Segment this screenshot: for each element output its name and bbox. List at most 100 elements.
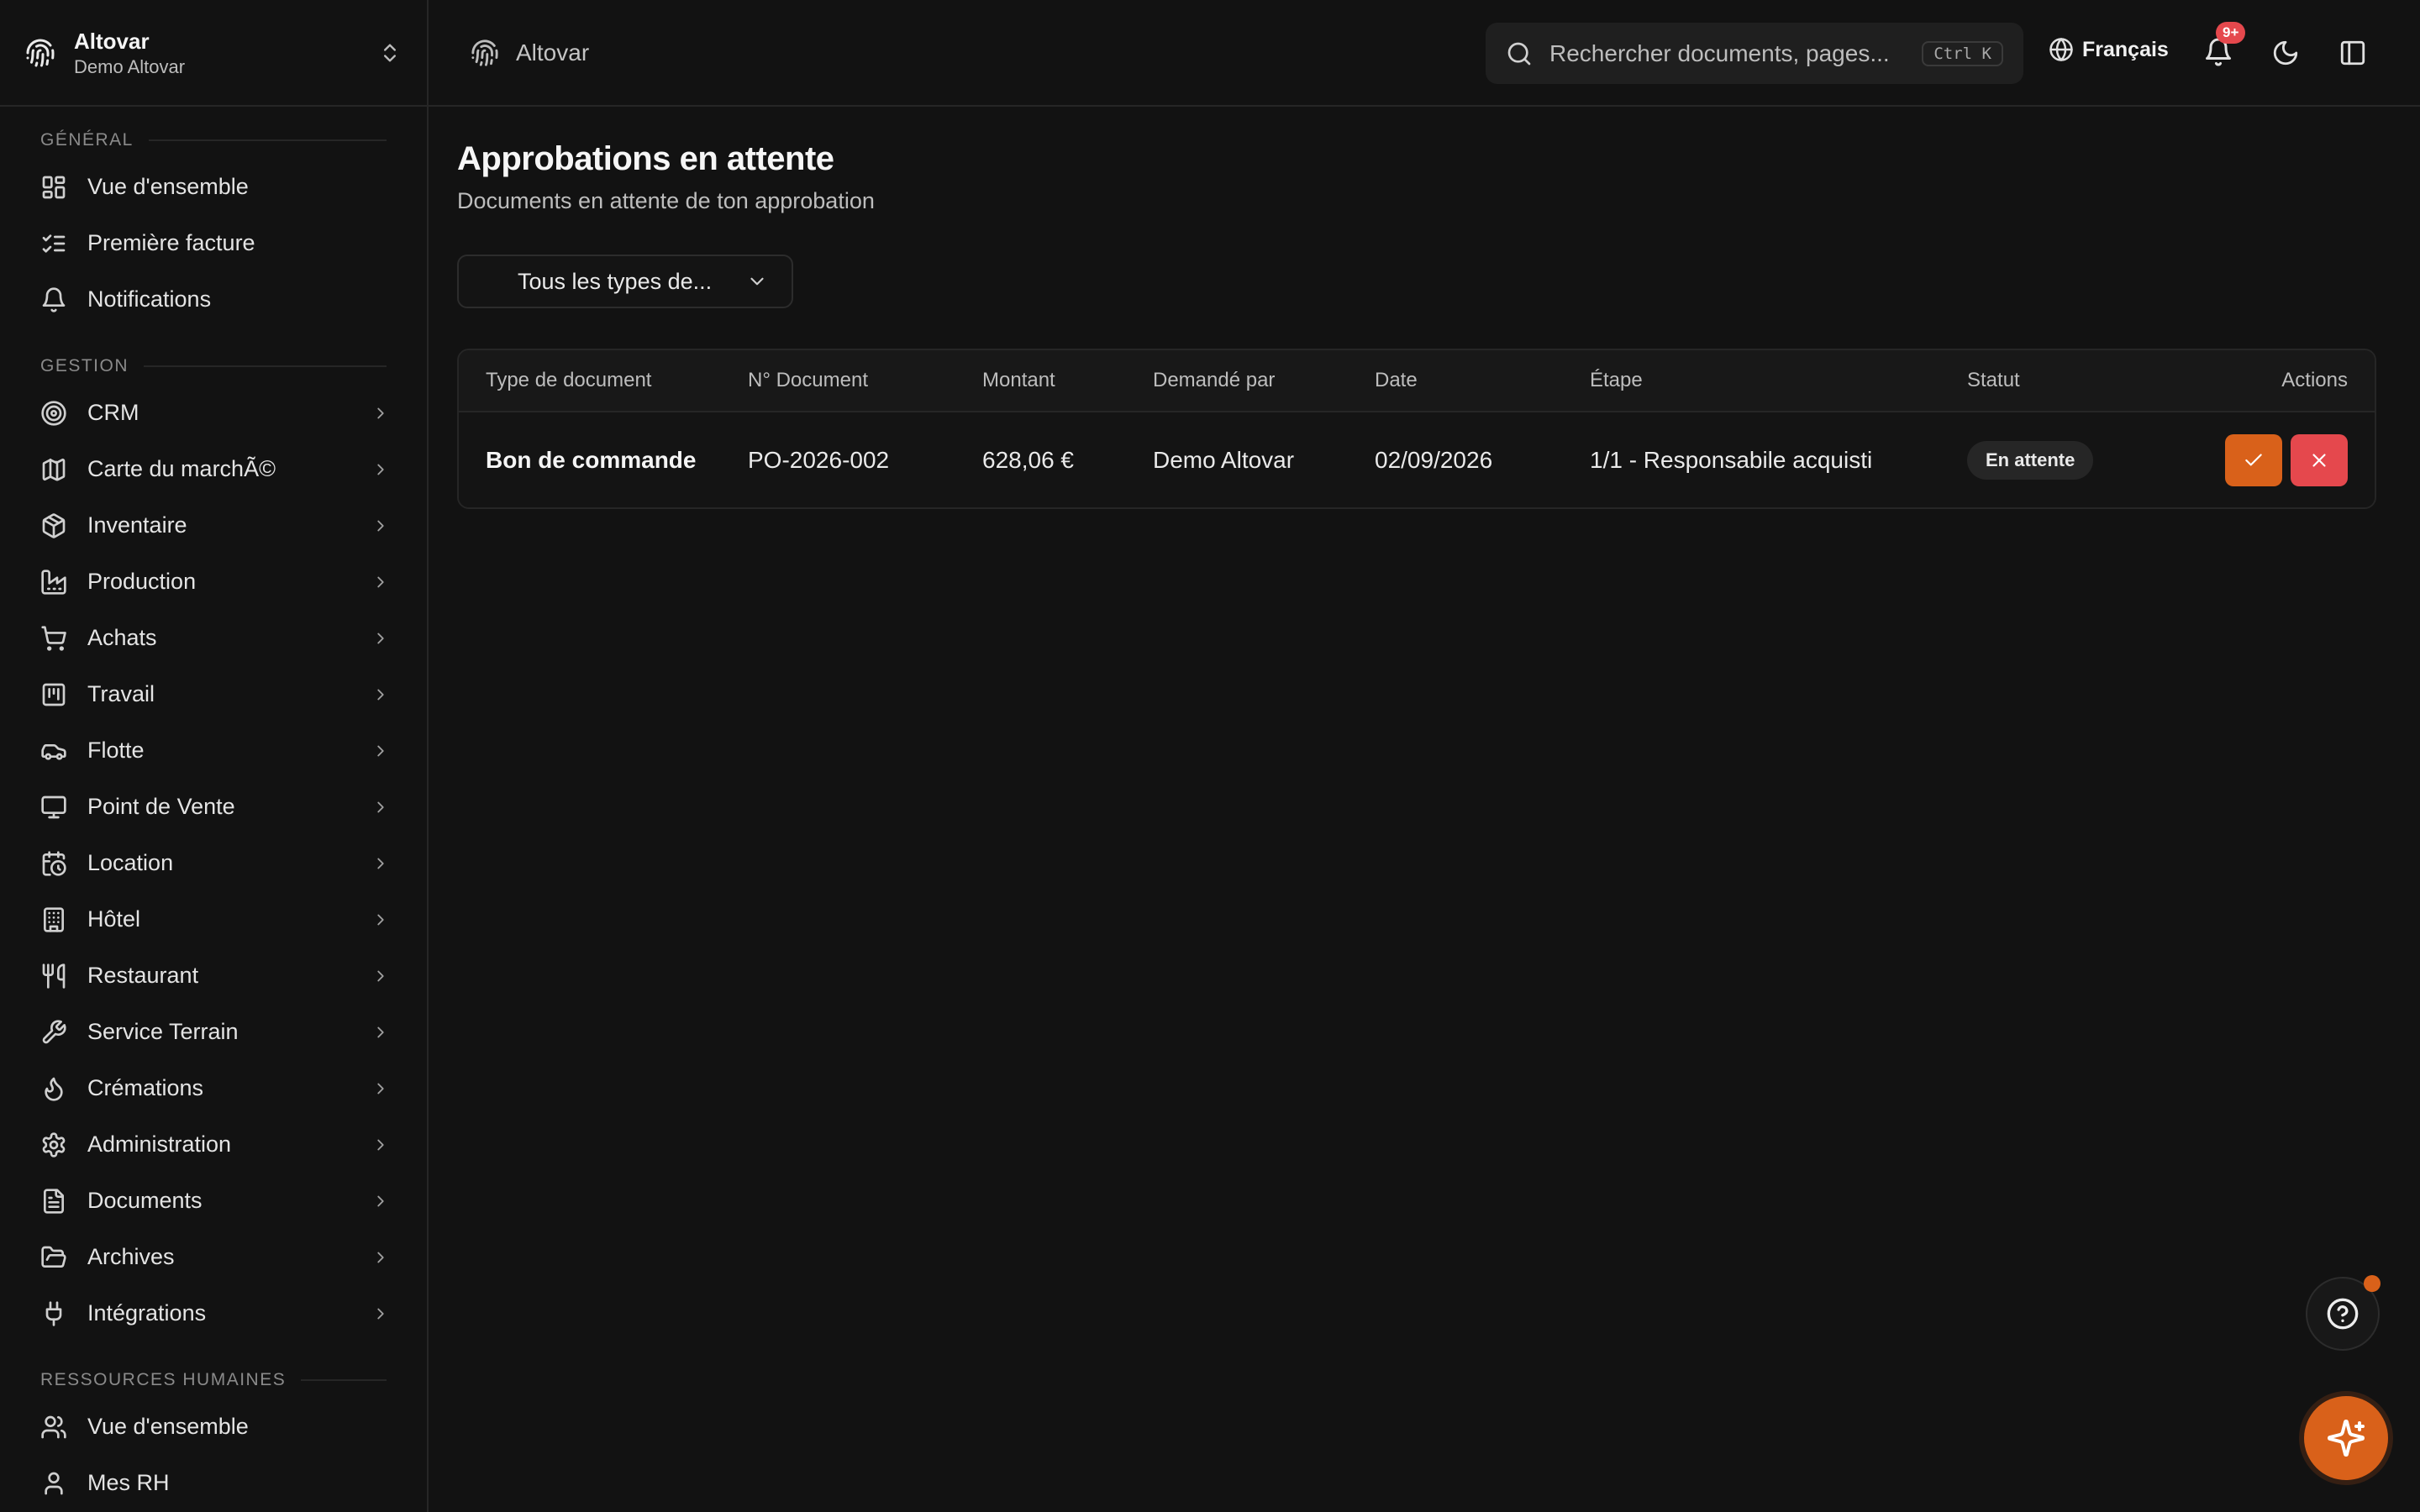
- language-selector[interactable]: Français: [2049, 37, 2169, 62]
- sidebar-item[interactable]: Flotte: [0, 722, 427, 779]
- sidebar-item-label: Production: [87, 569, 197, 594]
- sidebar-item-label: Point de Vente: [87, 794, 235, 819]
- column-header: Actions: [2281, 369, 2348, 391]
- monitor-icon: [41, 795, 66, 818]
- sidebar-item-label: Hôtel: [87, 906, 141, 932]
- sidebar-item[interactable]: Documents: [0, 1173, 427, 1229]
- sidebar-item[interactable]: Achats: [0, 610, 427, 666]
- column-header: N° Document: [748, 369, 868, 391]
- sidebar-item-label: Notifications: [87, 286, 212, 312]
- plug-icon: [45, 1300, 62, 1326]
- search-bar[interactable]: Ctrl K: [1486, 23, 2023, 84]
- sidebar-item[interactable]: Crémations: [0, 1060, 427, 1116]
- chevron-right-icon: [377, 858, 384, 869]
- chevron-right-icon: [377, 914, 384, 925]
- sidebar-item[interactable]: Carte du marchÃ©: [0, 441, 427, 497]
- notification-badge: 9+: [2216, 22, 2246, 44]
- sidebar-item[interactable]: Travail: [0, 666, 427, 722]
- sidebar-item[interactable]: Inventaire: [0, 497, 427, 554]
- status-badge: En attente: [1967, 440, 2094, 480]
- sidebar-item-label: Vue d'ensemble: [87, 1414, 249, 1439]
- chevron-right-icon: [377, 1083, 384, 1094]
- list-checks-icon: [42, 234, 66, 253]
- org-switcher[interactable]: Altovar Demo Altovar: [0, 0, 427, 107]
- org-subtitle: Demo Altovar: [74, 55, 186, 77]
- calendar-clock-icon: [42, 850, 66, 876]
- chevron-down-icon: [750, 277, 764, 286]
- users-icon: [41, 1415, 66, 1438]
- breadcrumb-label: Altovar: [516, 39, 590, 66]
- language-label: Français: [2082, 37, 2169, 61]
- panel-left-icon[interactable]: [2338, 39, 2367, 67]
- column-header: Date: [1375, 369, 1418, 391]
- sidebar-item[interactable]: Archives: [0, 1229, 427, 1285]
- section-heading-label: Gestion: [40, 356, 129, 375]
- sidebar-item-label: Mes RH: [87, 1470, 170, 1495]
- sidebar-item-label: Première facture: [87, 230, 255, 255]
- search-input[interactable]: [1549, 39, 1923, 67]
- cell-date: 02/09/2026: [1375, 446, 1493, 473]
- sidebar-item-label: Carte du marchÃ©: [87, 456, 276, 481]
- reject-button[interactable]: [2291, 433, 2348, 486]
- sparkles-icon: [2328, 1420, 2365, 1457]
- sidebar-item[interactable]: Restaurant: [0, 948, 427, 1004]
- document-type-filter[interactable]: Tous les types de...: [457, 255, 793, 308]
- sidebar-item[interactable]: Notifications: [0, 271, 427, 328]
- section-heading-label: Ressources humaines: [40, 1370, 287, 1389]
- approvals-table: Type de document N° Document Montant Dem…: [457, 349, 2376, 509]
- sidebar-item-label: Service Terrain: [87, 1019, 239, 1044]
- package-icon: [42, 512, 66, 538]
- sidebar-item[interactable]: Hôtel: [0, 891, 427, 948]
- breadcrumb[interactable]: Altovar: [471, 39, 589, 67]
- ai-assistant-button[interactable]: [2304, 1396, 2388, 1480]
- sidebar-item[interactable]: Intégrations: [0, 1285, 427, 1341]
- sidebar-item[interactable]: Vue d'ensemble: [0, 1399, 427, 1455]
- sidebar: Altovar Demo Altovar Général Vue d'ensemb…: [0, 0, 429, 1512]
- section-divider: [148, 139, 387, 141]
- car-icon: [41, 743, 66, 760]
- chevrons-up-down-icon[interactable]: [378, 41, 402, 65]
- section-heading: Ressources humaines: [0, 1365, 427, 1395]
- sidebar-item-label: Administration: [87, 1131, 232, 1157]
- utensils-icon: [42, 963, 66, 989]
- sidebar-item[interactable]: Vue d'ensemble: [0, 159, 427, 215]
- column-header: Étape: [1590, 369, 1643, 391]
- moon-icon[interactable]: [2271, 39, 2300, 67]
- approve-button[interactable]: [2225, 433, 2282, 486]
- cell-amount: 628,06 €: [982, 446, 1074, 473]
- sidebar-item[interactable]: Service Terrain: [0, 1004, 427, 1060]
- sidebar-item[interactable]: Administration: [0, 1116, 427, 1173]
- sidebar-item-label: Inventaire: [87, 512, 187, 538]
- sidebar-item[interactable]: Location: [0, 835, 427, 891]
- sidebar-item[interactable]: Première facture: [0, 215, 427, 271]
- sidebar-item-label: Restaurant: [87, 963, 199, 988]
- file-text-icon: [44, 1188, 64, 1214]
- help-indicator-dot: [2364, 1275, 2381, 1292]
- chevron-right-icon: [377, 1139, 384, 1150]
- sidebar-item[interactable]: Production: [0, 554, 427, 610]
- sidebar-item-label: Documents: [87, 1188, 203, 1213]
- chevron-right-icon: [377, 633, 384, 643]
- cell-step: 1/1 - Responsabile acquisti: [1590, 446, 1873, 473]
- target-icon: [41, 400, 66, 426]
- sidebar-item-label: CRM: [87, 400, 139, 425]
- page-subtitle: Documents en attente de ton approbation: [457, 188, 875, 213]
- map-icon: [42, 458, 66, 480]
- search-icon: [1507, 42, 1531, 65]
- chevron-right-icon: [377, 1026, 384, 1037]
- column-header: Demandé par: [1153, 369, 1276, 391]
- sidebar-item[interactable]: Mes RH: [0, 1455, 427, 1511]
- layout-dashboard-icon: [42, 176, 66, 198]
- fingerprint-icon: [26, 39, 55, 66]
- table-row[interactable]: Bon de commande PO-2026-002 628,06 € Dem…: [459, 412, 2375, 507]
- sidebar-item-label: Crémations: [87, 1075, 204, 1100]
- fingerprint-icon: [471, 39, 498, 66]
- globe-icon: [2049, 38, 2073, 61]
- sidebar-item[interactable]: CRM: [0, 385, 427, 441]
- sidebar-item[interactable]: Point de Vente: [0, 779, 427, 835]
- settings-icon: [42, 1131, 66, 1158]
- flame-icon: [45, 1077, 63, 1101]
- column-header: Type de document: [486, 369, 652, 391]
- chevron-right-icon: [377, 1308, 384, 1319]
- wrench-icon: [42, 1019, 66, 1043]
